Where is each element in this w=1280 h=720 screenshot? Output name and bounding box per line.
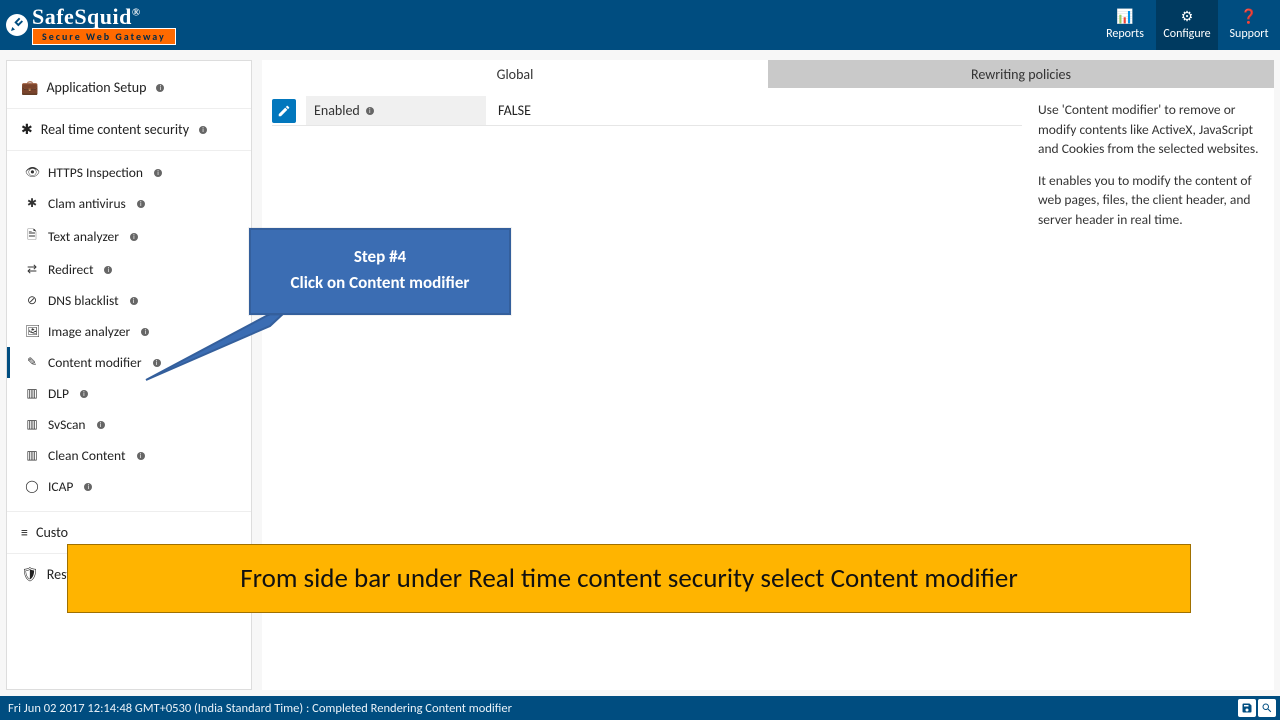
sidebar-item-https-inspection[interactable]: 👁 HTTPS Inspection i [7,157,251,188]
brand: SafeSquid® Secure Web Gateway [6,6,176,45]
status-buttons [1238,699,1276,717]
topnav-label: Support [1230,27,1269,41]
topnav-reports[interactable]: 📊 Reports [1094,0,1156,50]
asterisk-icon: ✱ [25,196,39,211]
topnav: 📊 Reports ⚙ Configure ❓ Support [1094,0,1280,50]
statusbar: Fri Jun 02 2017 12:14:48 GMT+0530 (India… [0,696,1280,720]
info-icon: i [153,359,161,367]
sidebar-item-image-analyzer[interactable]: 🖼 Image analyzer i [7,316,251,347]
brand-logo-icon [6,14,28,36]
help-text: It enables you to modify the content of … [1038,171,1264,230]
sidebar-item-label: DNS blacklist [48,292,119,309]
pencil-square-icon [277,104,291,118]
brand-name: SafeSquid® [32,6,141,28]
topnav-support[interactable]: ❓ Support [1218,0,1280,50]
prop-value-enabled: FALSE [486,102,531,119]
prop-row-enabled: Enabled i FALSE [272,96,1022,126]
callout-line2: Click on Content modifier [269,270,491,296]
sidebar-section-label: Custo [36,524,68,541]
barcode-icon: ▥ [25,448,39,463]
sidebar-item-label: DLP [48,385,69,402]
info-icon: i [199,126,207,134]
sidebar-item-icap[interactable]: ◯ ICAP i [7,471,251,502]
shuffle-icon: ⇄ [25,262,39,277]
prop-label: Enabled i [306,96,486,125]
info-icon: i [130,233,138,241]
info-icon: i [137,200,145,208]
eye-icon: 👁 [25,165,39,180]
instruction-banner: From side bar under Real time content se… [67,544,1191,613]
callout-line1: Step #4 [269,244,491,270]
info-icon: i [156,84,164,92]
info-icon: i [84,483,92,491]
briefcase-icon: 💼 [21,79,38,96]
sidebar-item-clam-antivirus[interactable]: ✱ Clam antivirus i [7,188,251,219]
sidebar-item-label: Content modifier [48,354,142,371]
edit-button[interactable] [272,99,296,123]
sidebar-item-text-analyzer[interactable]: 🗎 Text analyzer i [7,219,251,254]
topnav-configure[interactable]: ⚙ Configure [1156,0,1218,50]
sidebar-item-label: Image analyzer [48,323,130,340]
shield-icon: 🛡 [21,566,39,583]
status-text: Fri Jun 02 2017 12:14:48 GMT+0530 (India… [8,701,512,716]
question-icon: ❓ [1240,10,1257,24]
sidebar-item-label: Clam antivirus [48,195,126,212]
edit-icon: ✎ [25,355,39,370]
tabbar: Global Rewriting policies [262,60,1274,88]
info-icon: i [366,107,374,115]
search-icon [1261,702,1273,714]
info-icon: i [141,328,149,336]
brand-tagline: Secure Web Gateway [32,28,176,45]
sidebar-item-label: SvScan [48,416,86,433]
sidebar-item-label: Redirect [48,261,93,278]
info-icon: i [104,266,112,274]
tab-label: Global [497,66,534,83]
document-icon: 🗎 [25,226,39,247]
sidebar-item-label: Clean Content [48,447,126,464]
sidebar-item-svscan[interactable]: ▥ SvScan i [7,409,251,440]
block-icon: ⊘ [25,293,39,308]
help-text: Use 'Content modifier' to remove or modi… [1038,100,1264,159]
image-icon: 🖼 [25,324,39,339]
chart-icon: 📊 [1116,10,1133,24]
sidebar-item-label: ICAP [48,478,73,495]
sidebar-item-dns-blacklist[interactable]: ⊘ DNS blacklist i [7,285,251,316]
info-icon: i [130,297,138,305]
topnav-label: Reports [1106,27,1144,41]
topnav-label: Configure [1163,27,1210,41]
sidebar-item-redirect[interactable]: ⇄ Redirect i [7,254,251,285]
sidebar-section-label: Real time content security [41,121,189,138]
sidebar-item-content-modifier[interactable]: ✎ Content modifier i [7,347,251,378]
asterisk-icon: ✱ [21,121,33,138]
topbar: SafeSquid® Secure Web Gateway 📊 Reports … [0,0,1280,50]
tab-rewriting-policies[interactable]: Rewriting policies [768,60,1274,88]
instruction-callout: Step #4 Click on Content modifier [249,228,511,315]
save-button[interactable] [1238,699,1256,717]
tab-label: Rewriting policies [971,66,1071,83]
sidebar-section-app-setup[interactable]: 💼 Application Setup i [7,67,251,109]
sliders-icon: ≡ [21,524,28,541]
sidebar-item-label: HTTPS Inspection [48,164,143,181]
save-icon [1241,702,1253,714]
sidebar-section-rtcs[interactable]: ✱ Real time content security i [7,109,251,151]
sidebar-item-dlp[interactable]: ▥ DLP i [7,378,251,409]
sidebar-item-label: Text analyzer [48,228,119,245]
circle-icon: ◯ [25,479,39,494]
barcode-icon: ▥ [25,417,39,432]
sidebar-item-clean-content[interactable]: ▥ Clean Content i [7,440,251,471]
sidebar-section-label: Application Setup [46,79,146,96]
barcode-icon: ▥ [25,386,39,401]
tab-global[interactable]: Global [262,60,768,88]
info-icon: i [154,169,162,177]
info-icon: i [97,421,105,429]
gear-icon: ⚙ [1181,10,1194,24]
info-icon: i [137,452,145,460]
search-button[interactable] [1258,699,1276,717]
info-icon: i [80,390,88,398]
